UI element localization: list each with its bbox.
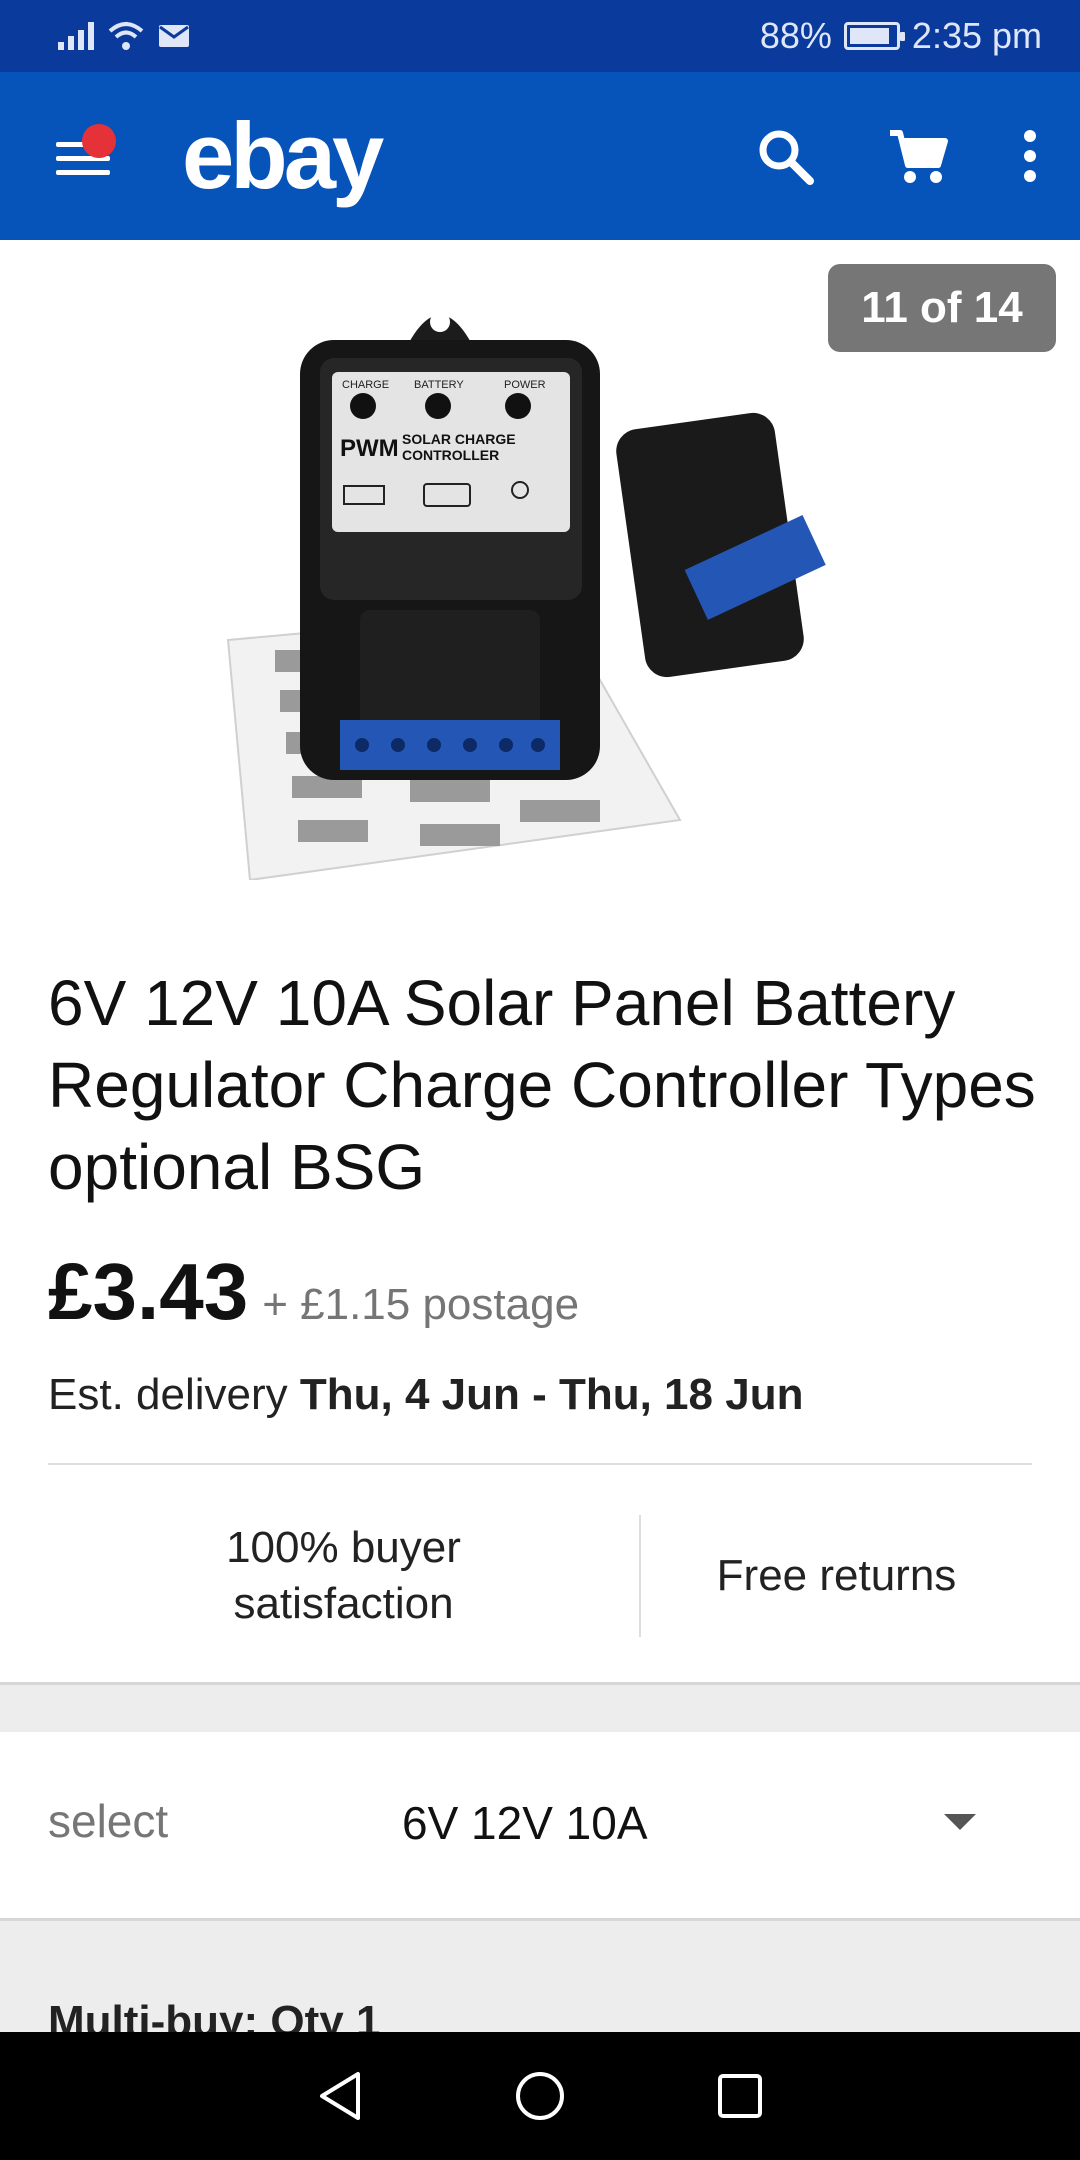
product-image[interactable]: CHARGE BATTERY POWER PWM SOLAR CHARGE CO…: [220, 280, 860, 880]
menu-icon-line: [56, 170, 110, 175]
delivery-prefix: Est. delivery: [48, 1370, 300, 1419]
label-power: POWER: [504, 379, 546, 391]
item-price: £3.43: [48, 1247, 249, 1336]
feature-badges: 100% buyer satisfaction Free returns: [48, 1515, 1032, 1637]
menu-button[interactable]: [56, 124, 116, 186]
label-line2: CONTROLLER: [402, 447, 499, 463]
battery-icon: [843, 22, 905, 50]
buyer-satisfaction: 100% buyer satisfaction: [226, 1523, 461, 1628]
status-icons: [58, 21, 190, 51]
free-returns: Free returns: [716, 1551, 957, 1600]
image-counter: 11 of 14: [828, 264, 1056, 352]
clock: 2:35 pm: [911, 15, 1042, 56]
multibuy-section: Multi-buy: Qty 1: [0, 1918, 1080, 2032]
price-row: £3.43 + £1.15 postage: [48, 1246, 579, 1338]
postage-cost: + £1.15 postage: [262, 1280, 580, 1329]
image-gallery[interactable]: CHARGE BATTERY POWER PWM SOLAR CHARGE CO…: [0, 240, 1080, 900]
status-bar: 88% 2:35 pm: [0, 0, 1080, 72]
multibuy-label: Multi-buy: Qty 1: [48, 1997, 381, 2032]
delivery-estimate: Est. delivery Thu, 4 Jun - Thu, 18 Jun: [48, 1370, 803, 1420]
battery-fill: [849, 28, 889, 44]
cart-icon[interactable]: [888, 127, 948, 185]
status-right: 88% 2:35 pm: [760, 15, 1042, 57]
dropdown-arrow-icon[interactable]: [944, 1814, 976, 1830]
app-actions: [756, 127, 1038, 185]
label-pwm: PWM: [340, 435, 399, 462]
variation-select[interactable]: select 6V 12V 10A: [0, 1732, 1080, 1918]
delivery-dates: Thu, 4 Jun - Thu, 18 Jun: [299, 1370, 804, 1419]
section-gap: [0, 1682, 1080, 1732]
app-bar: ebay: [0, 72, 1080, 240]
label-battery: BATTERY: [414, 379, 464, 391]
more-vert-icon[interactable]: [1022, 129, 1038, 183]
battery-percent: 88%: [759, 15, 832, 56]
mail-icon: [159, 25, 189, 47]
search-icon[interactable]: [756, 127, 814, 185]
recents-icon[interactable]: [716, 2072, 764, 2120]
label-charge: CHARGE: [342, 379, 389, 391]
wifi-icon: [108, 22, 144, 50]
signal-icon: [58, 22, 94, 50]
notification-dot: [82, 124, 116, 158]
system-nav-bar: [0, 2032, 1080, 2160]
label-line1: SOLAR CHARGE: [402, 431, 516, 447]
listing-title: 6V 12V 10A Solar Panel Battery Regulator…: [48, 967, 1036, 1203]
home-icon[interactable]: [514, 2070, 566, 2122]
back-icon[interactable]: [316, 2070, 364, 2122]
ebay-logo[interactable]: ebay: [182, 109, 384, 203]
divider: [48, 1463, 1032, 1465]
select-value[interactable]: 6V 12V 10A: [402, 1796, 648, 1850]
select-label: select: [48, 1795, 169, 1847]
